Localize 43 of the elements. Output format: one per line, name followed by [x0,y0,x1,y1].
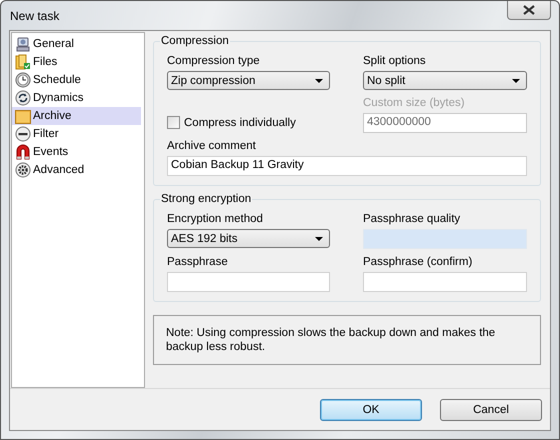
field-label: Passphrase (confirm) [363,256,474,268]
sidebar-item[interactable]: Events [12,143,141,161]
group-title: Compression [160,35,230,47]
dropdown-arrow-icon [512,78,520,82]
field-label: Split options [363,55,427,67]
clock-icon [15,72,31,88]
folder-icon [15,108,31,124]
ok-button[interactable]: OK [320,398,422,420]
window-title: New task [10,8,60,22]
cancel-button[interactable]: Cancel [440,398,542,420]
sidebar-item[interactable]: Advanced [12,161,141,179]
sidebar-item[interactable]: Dynamics [12,89,141,107]
field-label: Archive comment [167,140,257,152]
field-label: Passphrase quality [363,213,462,225]
field-label: Compression type [167,55,261,67]
input-field[interactable] [363,272,527,292]
monitor-icon [15,36,31,52]
dropdown[interactable]: No split [363,71,527,90]
group-title: Strong encryption [160,193,252,205]
dropdown-arrow-icon [315,236,323,240]
sidebar-item[interactable]: Files [12,53,141,71]
gear-icon [15,162,31,178]
magnet-icon [15,144,31,160]
dropdown[interactable]: AES 192 bits [167,229,330,248]
field-label: Custom size (bytes) [363,97,466,109]
input-field[interactable] [167,272,330,292]
field-label: Passphrase [167,256,229,268]
minus-icon [15,126,31,142]
sidebar-item[interactable]: Filter [12,125,141,143]
dropdown-arrow-icon [315,78,323,82]
field-label: Encryption method [167,213,264,225]
sidebar-item[interactable]: Schedule [12,71,141,89]
refresh-icon [15,90,31,106]
checkbox[interactable] [167,116,180,129]
sidebar-item[interactable]: General [12,35,141,53]
checkbox-label: Compress individually [184,116,296,128]
note-text: Note: Using compression slows the backup down and makes the backup less robust. [166,326,496,354]
folder-icon [15,54,31,70]
input-field[interactable]: Cobian Backup 11 Gravity [167,156,527,176]
sidebar-item[interactable]: Archive [12,107,141,125]
close-icon [523,5,535,15]
dropdown[interactable]: Zip compression [167,71,330,90]
close-button[interactable] [507,1,551,20]
